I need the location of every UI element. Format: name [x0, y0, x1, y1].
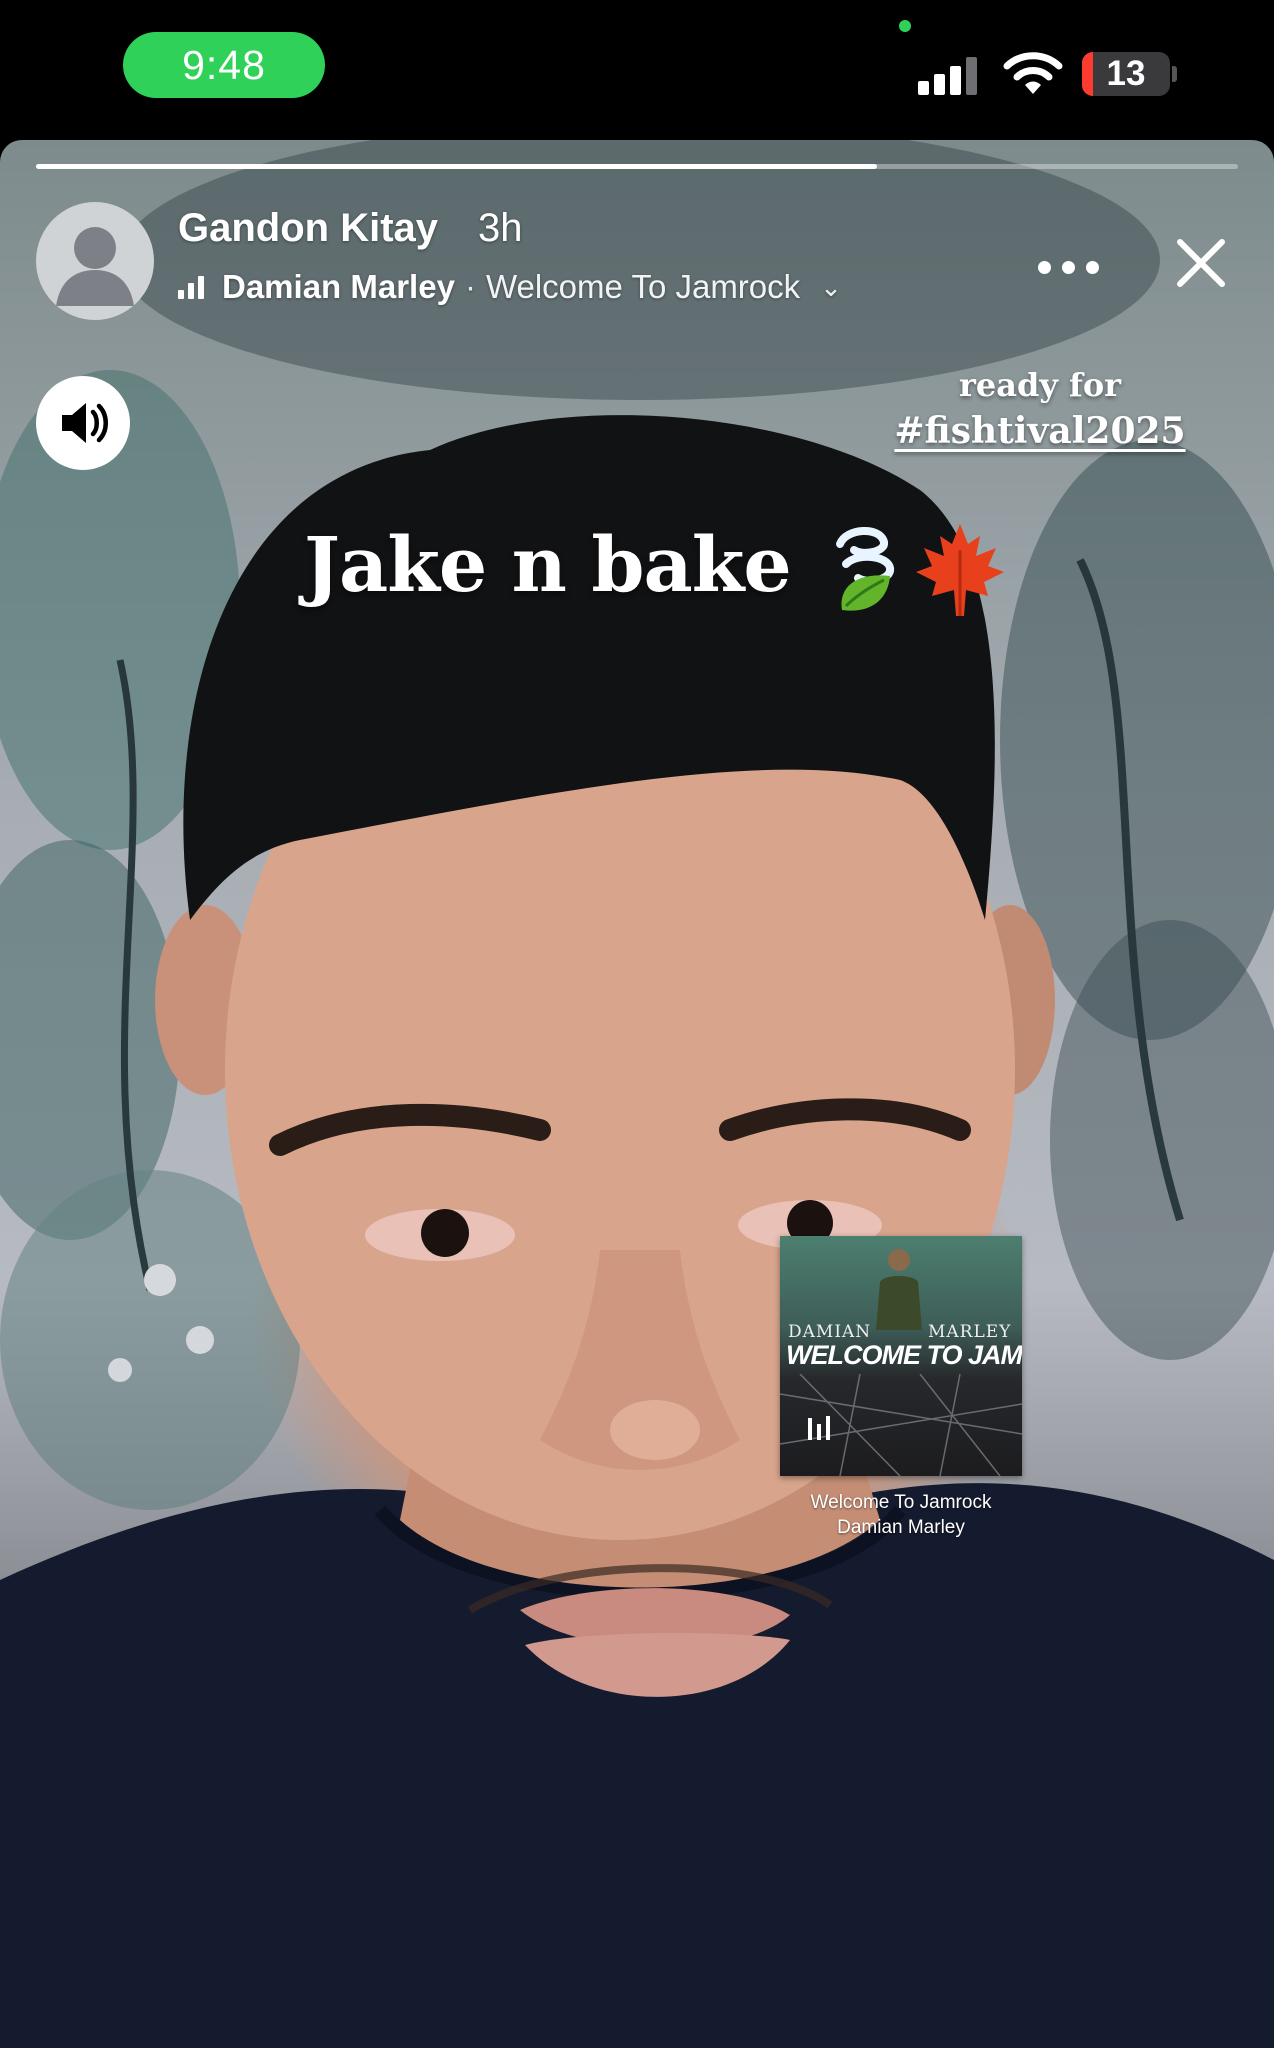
- equalizer-icon: [178, 275, 208, 299]
- sound-toggle-button[interactable]: [36, 376, 130, 470]
- status-time: 9:48: [182, 41, 266, 88]
- hashtag[interactable]: #fishtival2025: [870, 408, 1210, 454]
- music-sticker-cover[interactable]: DAMIAN MARLEY WELCOME TO JAM: [780, 1236, 1022, 1476]
- caption-jake-n-bake: Jake n bake: [304, 520, 792, 609]
- close-icon[interactable]: [1170, 232, 1232, 294]
- default-avatar-icon: [56, 227, 134, 306]
- story-progress-fill: [36, 164, 878, 169]
- cellular-signal-icon: [918, 55, 980, 95]
- cover-text-right: MARLEY: [928, 1322, 1012, 1342]
- caption-small-line1: ready for: [958, 366, 1122, 404]
- caption-ready-for: ready for #fishtival2025: [870, 362, 1210, 454]
- more-options-button[interactable]: [1036, 248, 1102, 288]
- leaf-fluttering-emoji: [836, 526, 894, 611]
- chevron-down-icon[interactable]: ⌄: [820, 272, 842, 303]
- maple-leaf-emoji: [916, 524, 1004, 616]
- music-song: Welcome To Jamrock: [485, 268, 801, 305]
- music-separator: ·: [464, 268, 476, 305]
- cover-title-text: WELCOME TO JAM: [786, 1340, 1022, 1370]
- cover-artist-figure: [876, 1249, 922, 1330]
- music-attribution[interactable]: Damian Marley · Welcome To Jamrock ⌄: [178, 268, 842, 306]
- music-artist: Damian Marley: [222, 268, 455, 305]
- battery-icon: 13: [1082, 52, 1170, 96]
- cover-text-left: DAMIAN: [788, 1322, 872, 1342]
- music-sticker-title: Welcome To Jamrock: [810, 1492, 992, 1513]
- wifi-icon: [1003, 52, 1063, 94]
- battery-level: 13: [1106, 54, 1146, 93]
- avatar[interactable]: [36, 202, 154, 320]
- time-pill[interactable]: 9:48: [123, 32, 325, 98]
- story-progress-bar: [36, 164, 1238, 169]
- post-time: 3h: [478, 206, 523, 250]
- camera-in-use-indicator: [899, 20, 911, 32]
- status-bar: 9:48 13: [0, 0, 1274, 140]
- username[interactable]: Gandon Kitay: [178, 206, 438, 251]
- story-viewer[interactable]: Gandon Kitay 3h Damian Marley · Welcome …: [0, 140, 1274, 2048]
- speaker-icon: [62, 403, 108, 443]
- battery-cap: [1172, 66, 1177, 82]
- music-sticker-label[interactable]: Welcome To Jamrock Damian Marley: [790, 1490, 1012, 1540]
- music-sticker-artist: Damian Marley: [837, 1517, 965, 1538]
- audio-playing-icon: [808, 1416, 830, 1440]
